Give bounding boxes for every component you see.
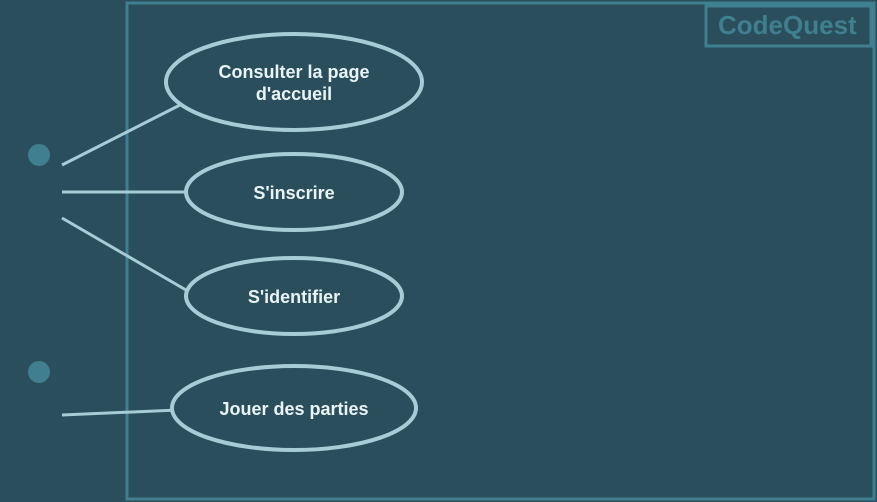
actor-joueur: Joueur <box>12 360 65 476</box>
actor-leg-right-icon <box>39 210 58 235</box>
usecase-label-line1: S'identifier <box>248 287 340 307</box>
usecase-label-line1: Consulter la page <box>218 62 369 82</box>
system-title: CodeQuest <box>718 10 857 40</box>
assoc-visiteur-uc1 <box>62 105 180 165</box>
usecase-ellipse-icon <box>166 34 422 130</box>
actor-label-visiteur: Visiteur <box>10 242 68 259</box>
usecase-label-line1: S'inscrire <box>253 183 334 203</box>
actor-leg-right-icon <box>39 427 58 452</box>
usecase-diagram: CodeQuest Visiteur Joueur Consulter la p… <box>0 0 877 502</box>
associations <box>62 105 186 415</box>
actor-leg-left-icon <box>20 210 39 235</box>
usecase-sidentifier: S'identifier <box>186 258 402 334</box>
usecase-jouer-parties: Jouer des parties <box>172 366 416 450</box>
assoc-joueur-uc4 <box>62 410 178 415</box>
usecase-consulter-accueil: Consulter la page d'accueil <box>166 34 422 130</box>
actor-leg-left-icon <box>20 427 39 452</box>
assoc-visiteur-uc3 <box>62 218 186 290</box>
actor-head-icon <box>27 360 51 384</box>
actor-head-icon <box>27 143 51 167</box>
usecase-label-line1: Jouer des parties <box>219 399 368 419</box>
actor-label-joueur: Joueur <box>12 459 65 476</box>
usecase-sinscrire: S'inscrire <box>186 154 402 230</box>
actor-visiteur: Visiteur <box>10 143 68 259</box>
usecase-label-line2: d'accueil <box>256 84 332 104</box>
